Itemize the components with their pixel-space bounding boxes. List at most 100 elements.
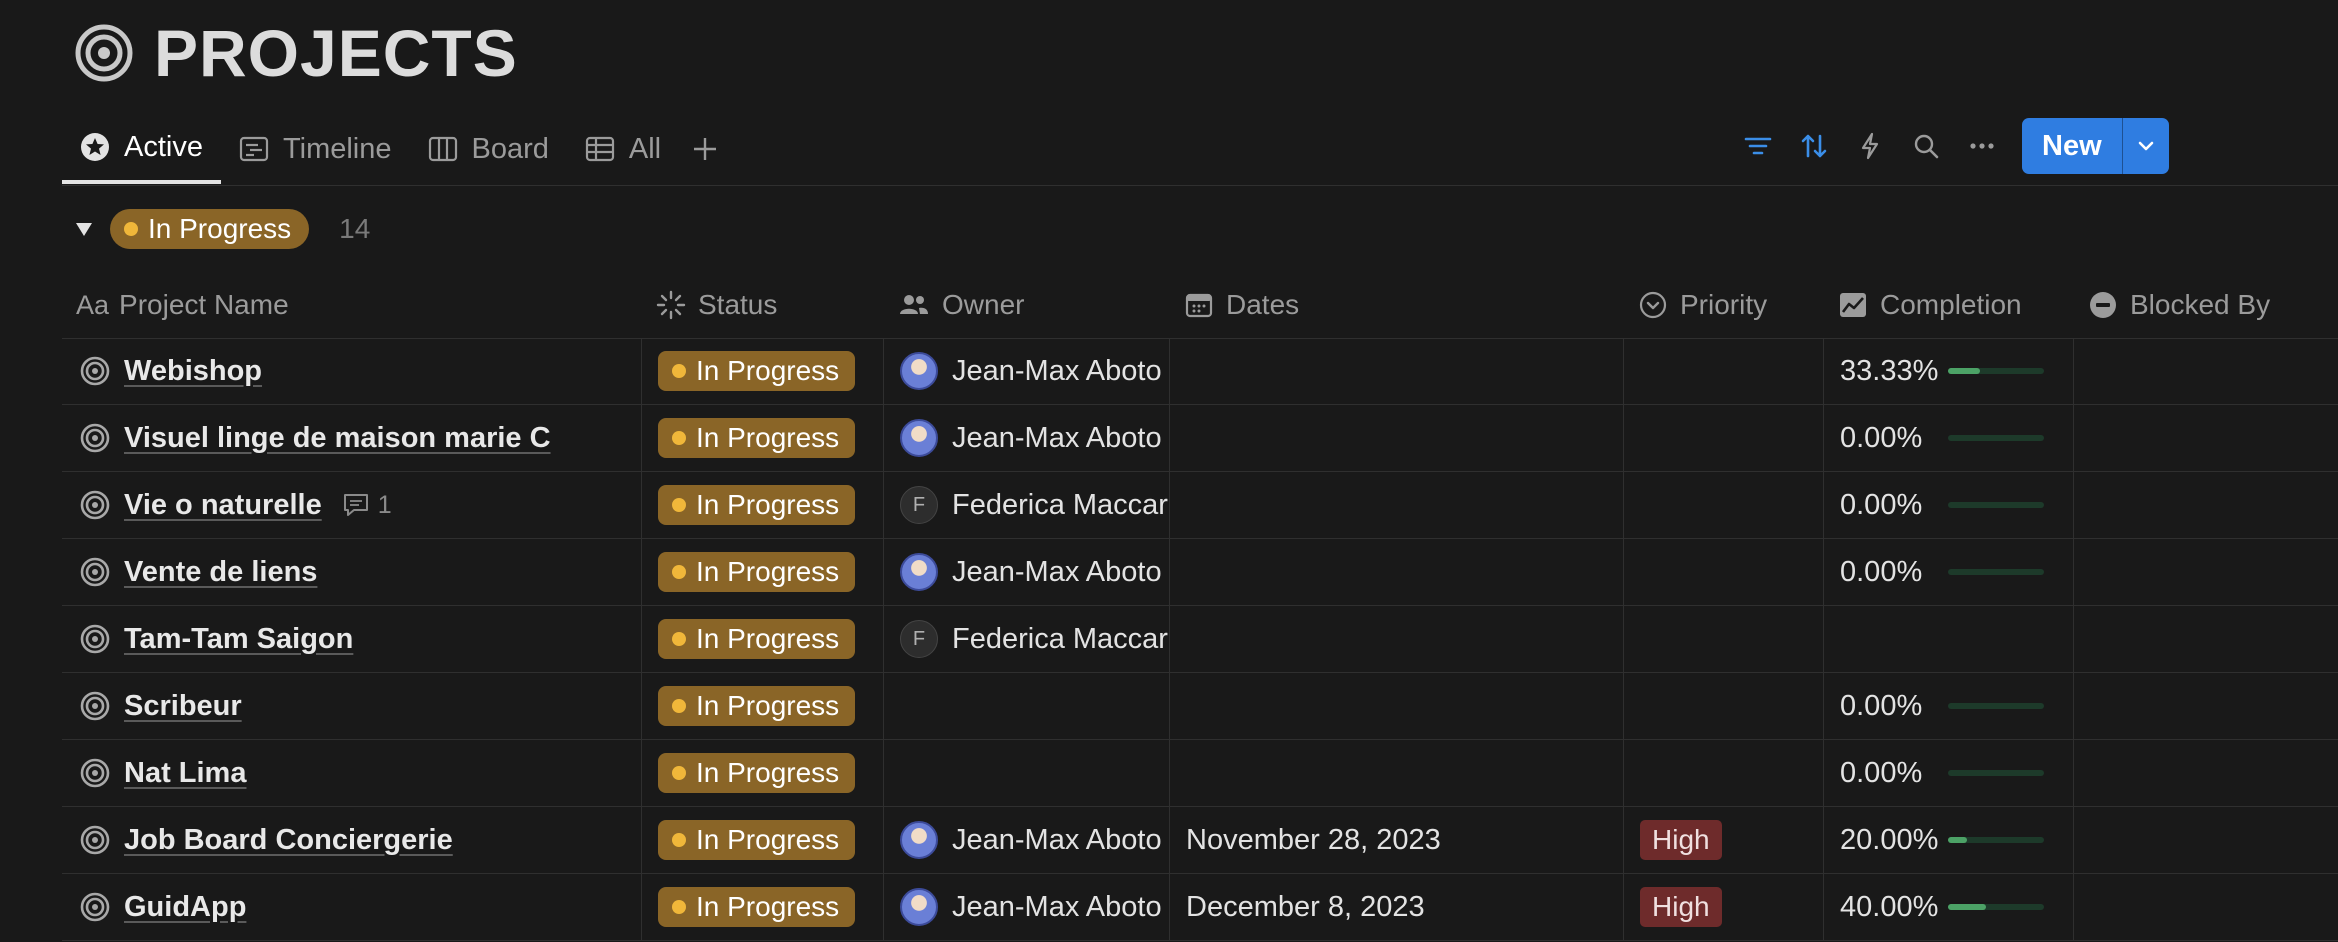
table-row[interactable]: Job Board Conciergerie In Progress Jean-Ma… <box>62 807 2338 874</box>
search-button[interactable] <box>1898 118 1954 174</box>
status-badge[interactable]: In Progress <box>658 552 856 592</box>
column-header-status[interactable]: Status <box>642 272 884 338</box>
cell-owner[interactable]: F Federica Maccari <box>884 606 1170 672</box>
comment-indicator[interactable]: 1 <box>342 491 392 520</box>
cell-owner[interactable]: Jean-Max Aboto <box>884 405 1170 471</box>
more-options-button[interactable] <box>1954 118 2010 174</box>
sort-button[interactable] <box>1786 118 1842 174</box>
cell-status[interactable]: In Progress <box>642 807 884 873</box>
tab-board[interactable]: Board <box>410 114 567 184</box>
cell-status[interactable]: In Progress <box>642 606 884 672</box>
status-badge[interactable]: In Progress <box>658 418 856 458</box>
project-link[interactable]: Scribeur <box>124 690 242 723</box>
cell-blocked-by[interactable] <box>2074 606 2338 672</box>
project-link[interactable]: GuidApp <box>124 891 246 924</box>
status-badge[interactable]: In Progress <box>658 351 856 391</box>
cell-blocked-by[interactable] <box>2074 539 2338 605</box>
cell-priority[interactable]: High <box>1624 874 1824 940</box>
cell-dates[interactable] <box>1170 338 1624 404</box>
cell-owner[interactable]: F Federica Maccari <box>884 472 1170 538</box>
cell-status[interactable]: In Progress <box>642 874 884 940</box>
cell-priority[interactable] <box>1624 472 1824 538</box>
tab-all[interactable]: All <box>567 114 679 184</box>
column-header-completion[interactable]: Completion <box>1824 272 2074 338</box>
column-header-owner[interactable]: Owner <box>884 272 1170 338</box>
column-header-project-name[interactable]: Aa Project Name <box>62 272 642 338</box>
column-header-blocked-by[interactable]: Blocked By <box>2074 272 2338 338</box>
cell-priority[interactable] <box>1624 606 1824 672</box>
status-badge[interactable]: In Progress <box>658 686 856 726</box>
cell-status[interactable]: In Progress <box>642 539 884 605</box>
cell-dates[interactable] <box>1170 472 1624 538</box>
table-row[interactable]: Tam-Tam Saigon In Progress F Federica Macca… <box>62 606 2338 673</box>
column-header-dates[interactable]: Dates <box>1170 272 1624 338</box>
owner-name: Jean-Max Aboto <box>952 890 1162 923</box>
cell-priority[interactable] <box>1624 740 1824 806</box>
tab-timeline[interactable]: Timeline <box>221 114 410 184</box>
cell-dates[interactable] <box>1170 405 1624 471</box>
cell-owner[interactable]: Jean-Max Aboto <box>884 338 1170 404</box>
cell-blocked-by[interactable] <box>2074 874 2338 940</box>
status-badge[interactable]: In Progress <box>658 485 856 525</box>
table-row[interactable]: Vie o naturelle 1 In Progress F Federica Mac… <box>62 472 2338 539</box>
table-row[interactable]: Visuel linge de maison marie C In Progres… <box>62 405 2338 472</box>
cell-dates[interactable]: November 28, 2023 <box>1170 807 1624 873</box>
cell-owner[interactable] <box>884 740 1170 806</box>
cell-priority[interactable] <box>1624 673 1824 739</box>
table-row[interactable]: Webishop In Progress Jean-Max Aboto 33.33% <box>62 338 2338 405</box>
status-label: In Progress <box>696 690 840 721</box>
project-link[interactable]: Visuel linge de maison marie C <box>124 422 551 455</box>
column-header-priority[interactable]: Priority <box>1624 272 1824 338</box>
project-link[interactable]: Nat Lima <box>124 757 246 790</box>
filter-button[interactable] <box>1730 118 1786 174</box>
cell-blocked-by[interactable] <box>2074 338 2338 404</box>
status-badge[interactable]: In Progress <box>658 619 856 659</box>
table-row[interactable]: Nat Lima In Progress 0.00% <box>62 740 2338 807</box>
people-icon <box>900 295 928 314</box>
status-badge[interactable]: In Progress <box>658 820 856 860</box>
new-button[interactable]: New <box>2022 118 2122 174</box>
automation-button[interactable] <box>1842 118 1898 174</box>
cell-blocked-by[interactable] <box>2074 673 2338 739</box>
table-icon <box>585 136 614 162</box>
table-row[interactable]: Vente de liens In Progress Jean-Max Aboto 0… <box>62 539 2338 606</box>
status-label: In Progress <box>696 623 840 654</box>
cell-owner[interactable]: Jean-Max Aboto <box>884 539 1170 605</box>
cell-owner[interactable] <box>884 673 1170 739</box>
add-view-button[interactable] <box>679 114 731 184</box>
cell-status[interactable]: In Progress <box>642 472 884 538</box>
project-link[interactable]: Vente de liens <box>124 556 317 589</box>
project-link[interactable]: Job Board Conciergerie <box>124 824 453 857</box>
cell-priority[interactable] <box>1624 539 1824 605</box>
cell-blocked-by[interactable] <box>2074 807 2338 873</box>
project-link[interactable]: Tam-Tam Saigon <box>124 623 353 656</box>
cell-status[interactable]: In Progress <box>642 740 884 806</box>
cell-owner[interactable]: Jean-Max Aboto <box>884 807 1170 873</box>
cell-priority[interactable]: High <box>1624 807 1824 873</box>
cell-blocked-by[interactable] <box>2074 405 2338 471</box>
group-status-pill[interactable]: In Progress <box>110 209 310 249</box>
table-row[interactable]: Scribeur In Progress 0.00% <box>62 673 2338 740</box>
status-badge[interactable]: In Progress <box>658 887 856 927</box>
cell-status[interactable]: In Progress <box>642 338 884 404</box>
cell-owner[interactable]: Jean-Max Aboto <box>884 874 1170 940</box>
cell-dates[interactable] <box>1170 740 1624 806</box>
table-row[interactable]: GuidApp In Progress Jean-Max Aboto December… <box>62 874 2338 941</box>
cell-status[interactable]: In Progress <box>642 673 884 739</box>
cell-dates[interactable]: December 8, 2023 <box>1170 874 1624 940</box>
cell-priority[interactable] <box>1624 405 1824 471</box>
cell-priority[interactable] <box>1624 338 1824 404</box>
cell-blocked-by[interactable] <box>2074 472 2338 538</box>
cell-dates[interactable] <box>1170 606 1624 672</box>
status-badge[interactable]: In Progress <box>658 753 856 793</box>
cell-blocked-by[interactable] <box>2074 740 2338 806</box>
target-icon[interactable] <box>74 23 134 83</box>
new-dropdown-button[interactable] <box>2121 118 2169 174</box>
tab-active[interactable]: Active <box>62 114 221 184</box>
collapse-caret-icon[interactable] <box>74 219 94 239</box>
cell-status[interactable]: In Progress <box>642 405 884 471</box>
project-link[interactable]: Vie o naturelle <box>124 489 322 522</box>
cell-dates[interactable] <box>1170 539 1624 605</box>
cell-dates[interactable] <box>1170 673 1624 739</box>
project-link[interactable]: Webishop <box>124 355 262 388</box>
